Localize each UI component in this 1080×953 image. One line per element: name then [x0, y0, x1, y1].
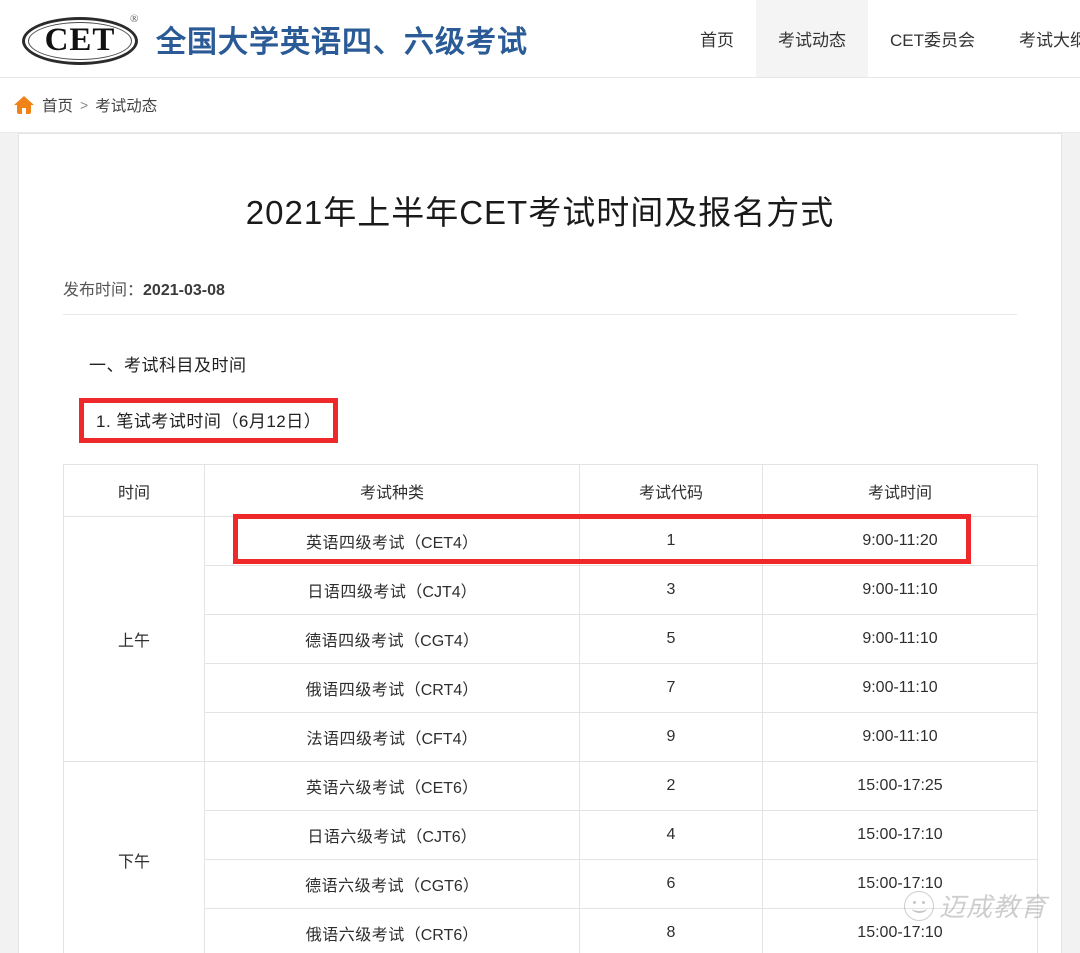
table-row: 俄语六级考试（CRT6） 8 15:00-17:10 [64, 908, 1038, 953]
exam-type-code-label: （CET6） [405, 780, 478, 797]
brand-block[interactable]: CET ® 全国大学英语四、六级考试 [0, 11, 528, 67]
cell-exam-time: 9:00-11:20 [762, 516, 1038, 566]
period-cell-morning: 上午 [63, 516, 205, 762]
exam-type-name: 日语四级考试 [307, 584, 407, 601]
brand-title: 全国大学英语四、六级考试 [156, 25, 528, 59]
period-cell-afternoon: 下午 [63, 761, 205, 953]
cell-exam-time: 9:00-11:10 [762, 663, 1038, 713]
cell-exam-time: 15:00-17:10 [762, 859, 1038, 909]
exam-type-name: 德语四级考试 [305, 633, 405, 650]
cell-exam-type: 俄语六级考试（CRT6） [204, 908, 580, 953]
exam-type-name: 俄语四级考试 [305, 682, 405, 699]
exam-type-code-label: （CGT4） [404, 633, 479, 650]
cell-exam-time: 9:00-11:10 [762, 565, 1038, 615]
exam-table-container: 时间 考试种类 考试代码 考试时间 上午 英语四级考试（CET4） 1 9:00… [63, 464, 1038, 953]
cell-exam-type: 德语六级考试（CGT6） [204, 859, 580, 909]
cell-exam-time: 15:00-17:10 [762, 810, 1038, 860]
publish-info: 发布时间：2021-03-08 [19, 276, 1061, 300]
breadcrumb-item-home[interactable]: 首页 [42, 94, 73, 116]
registered-trademark-icon: ® [130, 12, 139, 25]
nav-item-committee[interactable]: CET委员会 [868, 0, 997, 77]
exam-type-name: 德语六级考试 [305, 878, 405, 895]
cell-exam-code: 2 [579, 761, 763, 811]
cell-exam-code: 4 [579, 810, 763, 860]
cell-exam-code: 5 [579, 614, 763, 664]
cell-exam-type: 日语四级考试（CJT4） [204, 565, 580, 615]
table-body: 上午 英语四级考试（CET4） 1 9:00-11:20 日语四级考试（CJT4… [63, 516, 1038, 953]
exam-type-code-label: （CJT6） [406, 829, 477, 846]
cell-exam-code: 1 [579, 516, 763, 566]
home-icon [14, 96, 34, 114]
table-head: 时间 考试种类 考试代码 考试时间 [63, 464, 1038, 517]
table-row: 上午 英语四级考试（CET4） 1 9:00-11:20 [63, 516, 1038, 762]
table-row: 俄语四级考试（CRT4） 7 9:00-11:10 [64, 663, 1038, 713]
exam-type-code-label: （CGT6） [404, 878, 479, 895]
cet-ellipse-logo-icon: CET ® [18, 11, 146, 67]
table-row: 日语四级考试（CJT4） 3 9:00-11:10 [64, 565, 1038, 615]
exam-type-code-label: （CJT4） [406, 584, 477, 601]
nav-item-news[interactable]: 考试动态 [756, 0, 868, 77]
cell-exam-time: 15:00-17:25 [762, 761, 1038, 811]
sub-heading-annotated: 1. 笔试考试时间（6月12日） [79, 398, 339, 443]
nav-item-home[interactable]: 首页 [678, 0, 756, 77]
cell-exam-type: 德语四级考试（CGT4） [204, 614, 580, 664]
article-card: 2021年上半年CET考试时间及报名方式 发布时间：2021-03-08 一、考… [18, 133, 1062, 953]
exam-type-name: 日语六级考试 [307, 829, 407, 846]
table-row: 法语四级考试（CFT4） 9 9:00-11:10 [64, 712, 1038, 762]
table-row: 下午 英语六级考试（CET6） 2 15:00-17:25 [63, 761, 1038, 953]
cell-exam-time: 9:00-11:10 [762, 614, 1038, 664]
header-divider [63, 314, 1017, 315]
cell-exam-code: 9 [579, 712, 763, 762]
breadcrumb-item-news: 考试动态 [95, 98, 158, 115]
exam-type-name: 英语六级考试 [306, 780, 406, 797]
site-header: CET ® 全国大学英语四、六级考试 首页 考试动态 CET委员会 考试大纲 考 [0, 0, 1080, 78]
page-title: 2021年上半年CET考试时间及报名方式 [245, 194, 835, 231]
cell-exam-code: 6 [579, 859, 763, 909]
table-row: 德语四级考试（CGT4） 5 9:00-11:10 [64, 614, 1038, 664]
exam-type-name: 俄语六级考试 [305, 927, 405, 944]
cell-exam-time: 15:00-17:10 [762, 908, 1038, 953]
main-navigation: 首页 考试动态 CET委员会 考试大纲 考 [678, 0, 1080, 77]
cell-exam-time: 9:00-11:10 [762, 712, 1038, 762]
cell-exam-type: 俄语四级考试（CRT4） [204, 663, 580, 713]
exam-type-name: 英语四级考试 [306, 535, 406, 552]
exam-schedule-table: 时间 考试种类 考试代码 考试时间 上午 英语四级考试（CET4） 1 9:00… [63, 464, 1038, 953]
exam-type-name: 法语四级考试 [306, 731, 406, 748]
table-row: 日语六级考试（CJT6） 4 15:00-17:10 [64, 810, 1038, 860]
publish-label: 发布时间： [63, 282, 144, 299]
column-header-time: 考试时间 [762, 464, 1038, 517]
breadcrumb: 首页 > 考试动态 [0, 78, 1080, 133]
cell-exam-type: 英语六级考试（CET6） [204, 761, 580, 811]
publish-date: 2021-03-08 [143, 282, 225, 299]
cell-exam-code: 3 [579, 565, 763, 615]
cell-exam-type: 日语六级考试（CJT6） [204, 810, 580, 860]
section-heading: 一、考试科目及时间 [89, 356, 247, 375]
cell-exam-code: 7 [579, 663, 763, 713]
cell-exam-type: 法语四级考试（CFT4） [204, 712, 580, 762]
home-icon-door [22, 108, 26, 114]
sub-heading-container: 1. 笔试考试时间（6月12日） [19, 398, 1061, 443]
nav-item-syllabus[interactable]: 考试大纲 [997, 0, 1080, 77]
table-row: 德语六级考试（CGT6） 6 15:00-17:10 [64, 859, 1038, 909]
cell-exam-code: 8 [579, 908, 763, 953]
logo-cet-text: CET [44, 22, 116, 58]
exam-type-code-label: （CRT6） [404, 927, 479, 944]
cell-exam-type: 英语四级考试（CET4） [204, 516, 580, 566]
exam-type-code-label: （CET4） [405, 535, 478, 552]
breadcrumb-separator: > [80, 97, 89, 113]
exam-type-code-label: （CFT4） [405, 731, 478, 748]
exam-type-code-label: （CRT4） [404, 682, 479, 699]
column-header-type: 考试种类 [204, 464, 580, 517]
table-header-row: 时间 考试种类 考试代码 考试时间 [63, 464, 1038, 517]
column-header-code: 考试代码 [579, 464, 763, 517]
column-header-period: 时间 [63, 464, 205, 517]
